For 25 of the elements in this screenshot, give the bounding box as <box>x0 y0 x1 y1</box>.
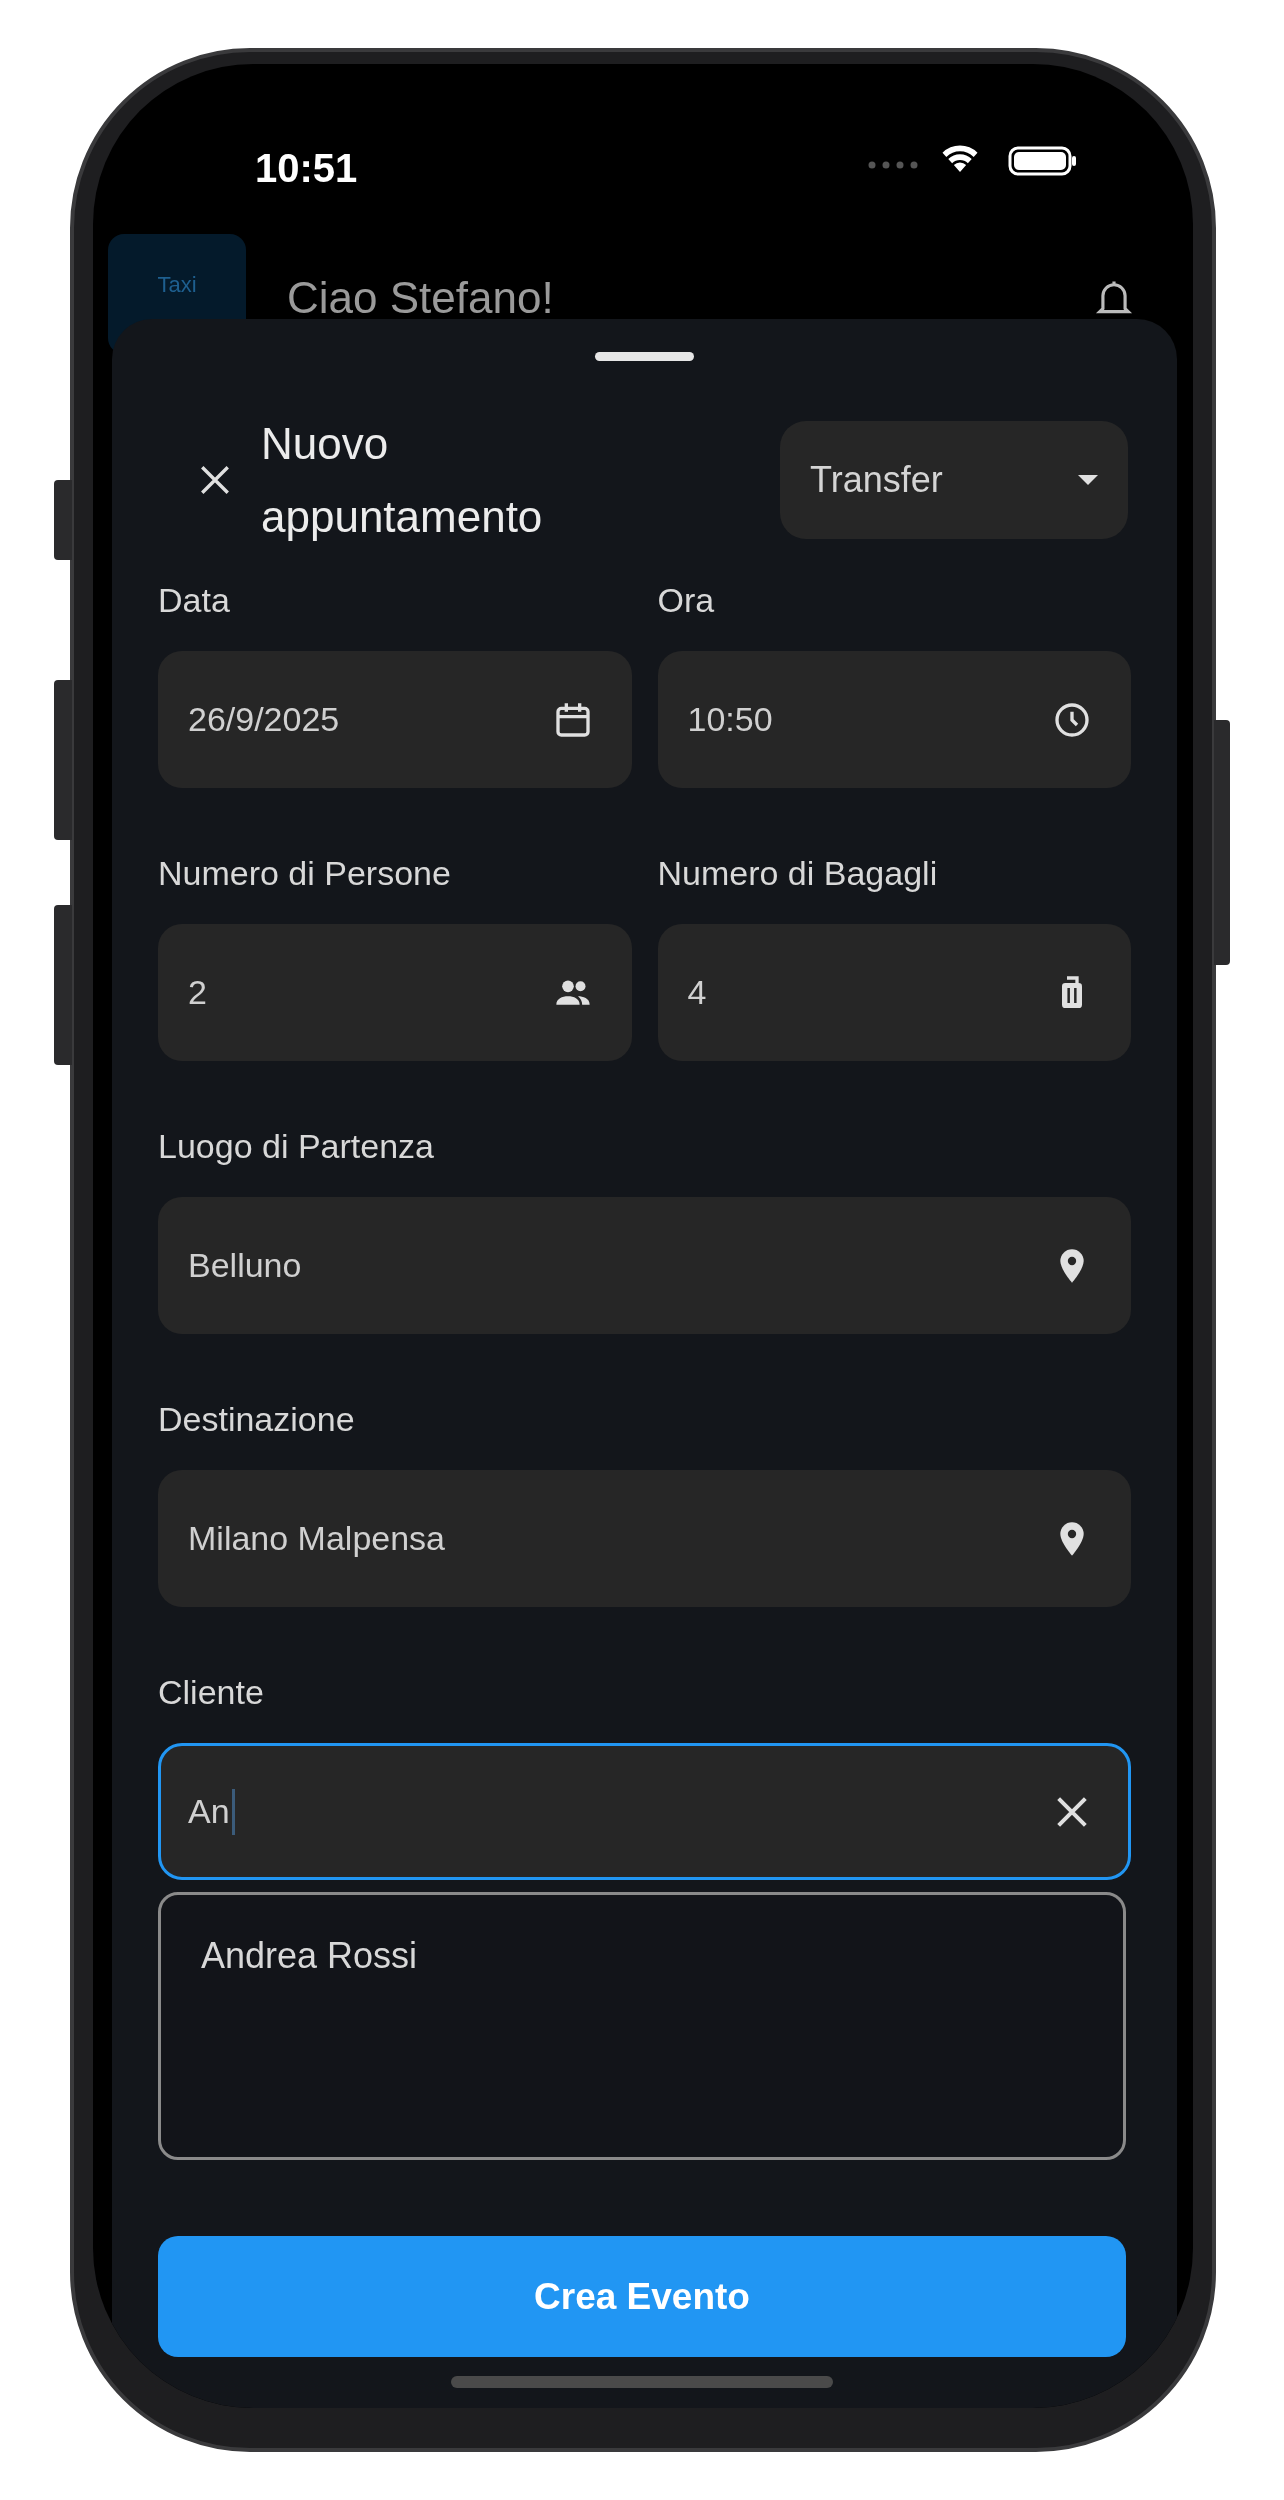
input-field[interactable]: 4 <box>657 924 1131 1061</box>
field-label: Destinazione <box>158 1402 356 1436</box>
field-label: Luogo di Partenza <box>158 1129 435 1163</box>
input-field[interactable]: Milano Malpensa <box>158 1470 1131 1607</box>
greeting: Ciao Stefano! <box>287 276 554 320</box>
text-cursor <box>231 1788 235 1835</box>
suggestion-item[interactable]: Andrea Rossi <box>201 1933 1083 1978</box>
field-label: Numero di Bagagli <box>657 856 939 890</box>
input-field[interactable]: Belluno <box>158 1197 1131 1334</box>
input-field[interactable]: An <box>158 1743 1131 1880</box>
input-field[interactable]: 26/9/2025 <box>158 651 632 788</box>
field-label: Numero di Persone <box>158 856 452 890</box>
close-icon <box>198 463 232 497</box>
logo-text: Taxi <box>157 274 197 299</box>
status-time: 10:51 <box>255 145 358 192</box>
battery-icon <box>1008 146 1078 176</box>
sheet-title: Nuovo appuntamento <box>261 418 544 543</box>
input-field[interactable]: 2 <box>158 924 632 1061</box>
field-label: Cliente <box>158 1675 265 1709</box>
field-label: Data <box>158 583 231 617</box>
type-dropdown[interactable]: Transfer <box>780 421 1128 539</box>
dropdown-caret-icon <box>1078 475 1098 485</box>
field-label: Ora <box>657 583 716 617</box>
drag-handle[interactable] <box>595 352 694 361</box>
input-field[interactable]: 10:50 <box>657 651 1131 788</box>
